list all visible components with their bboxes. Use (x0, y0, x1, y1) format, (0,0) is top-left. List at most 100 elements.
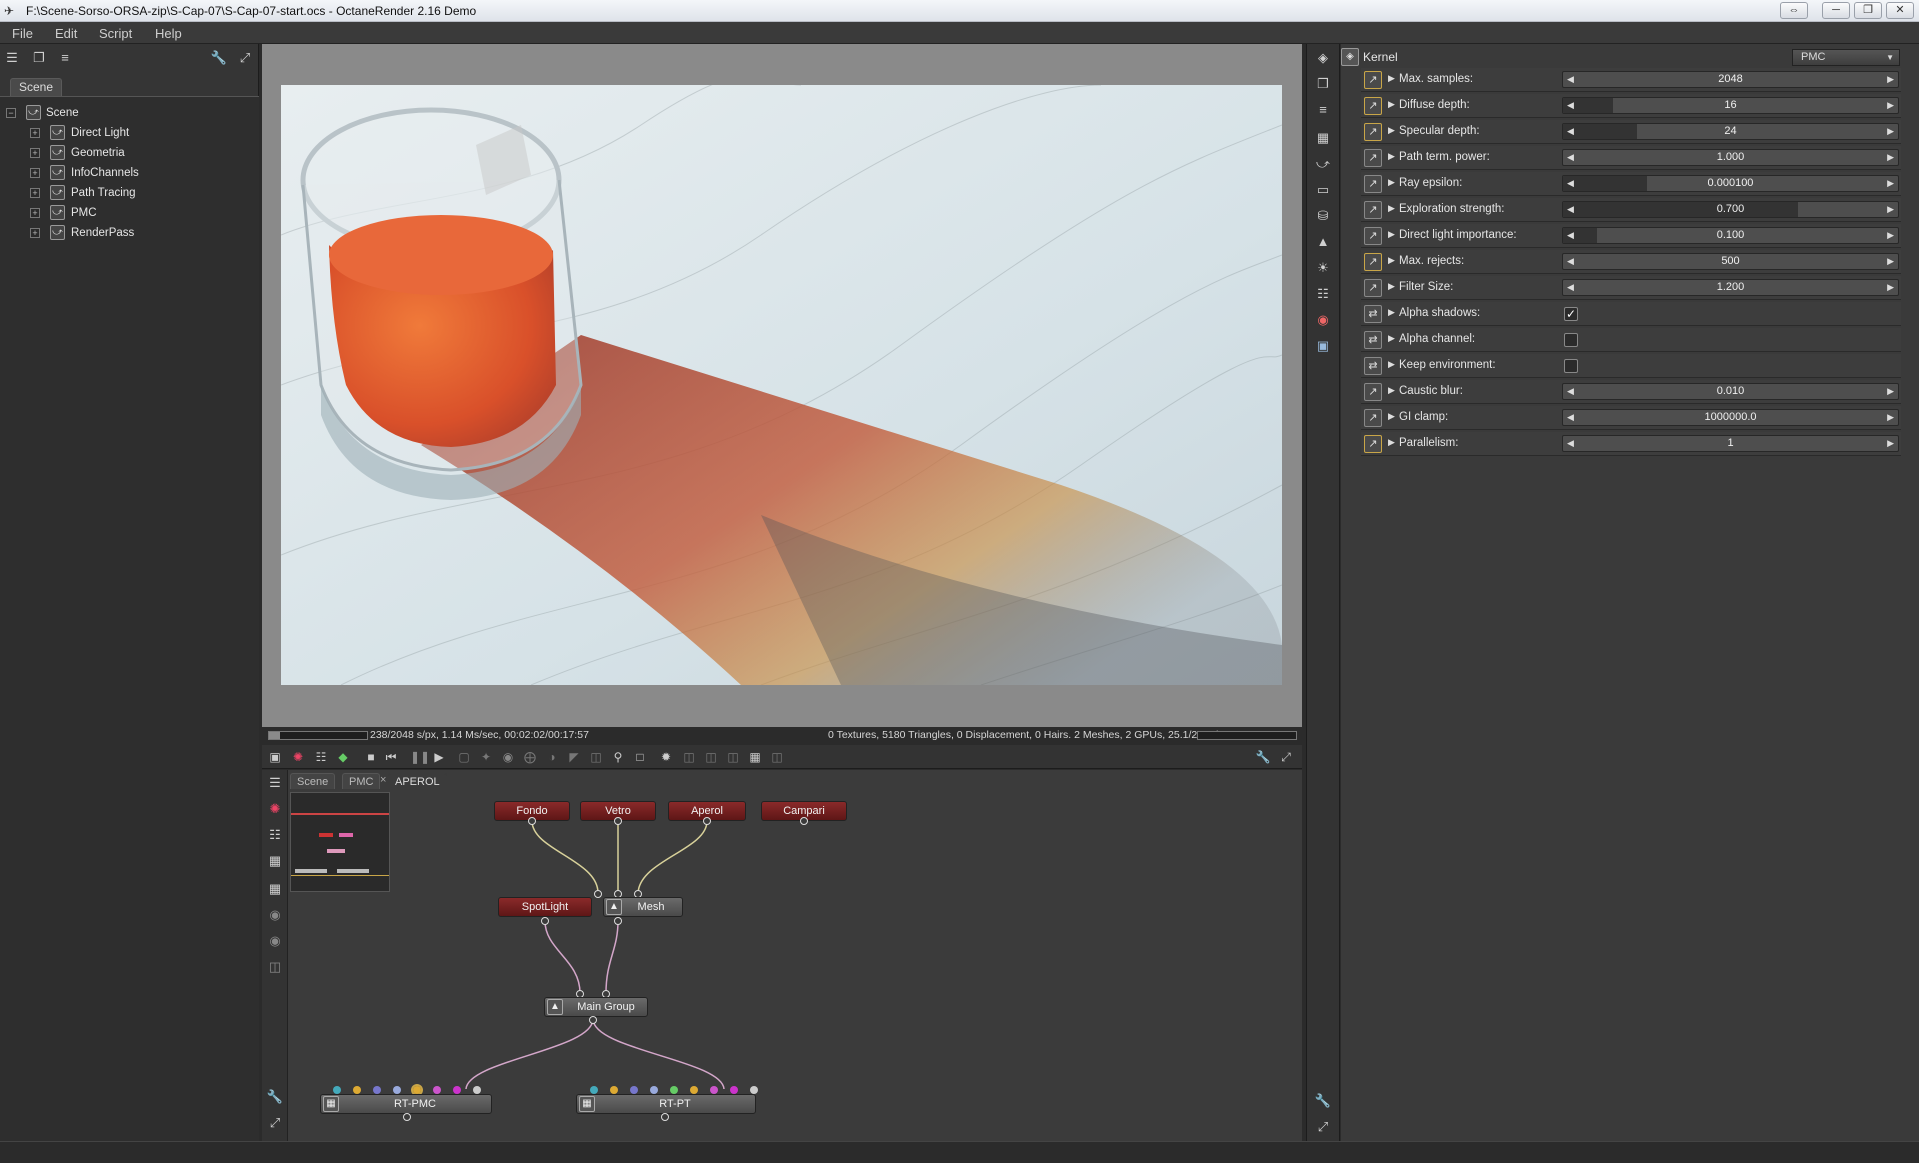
increment-arrow-icon[interactable]: ▶ (1887, 228, 1894, 243)
param-animate-icon[interactable]: ↗ (1364, 71, 1382, 89)
input-pin-dot[interactable] (353, 1086, 361, 1094)
input-pin-dot[interactable] (750, 1086, 758, 1094)
list-icon[interactable]: ≡ (56, 49, 74, 67)
expand-arrow-icon[interactable]: ▶ (1388, 73, 1395, 84)
expand-arrow-icon[interactable]: ▶ (1388, 359, 1395, 370)
colors-icon[interactable]: ◉ (499, 748, 517, 766)
input-pin-dot[interactable] (650, 1086, 658, 1094)
node-icon-6[interactable]: ◉ (266, 906, 284, 924)
increment-arrow-icon[interactable]: ▶ (1887, 436, 1894, 451)
expand-plus-icon[interactable]: + (30, 228, 40, 238)
expand-arrow-icon[interactable]: ▶ (1388, 385, 1395, 396)
param-animate-icon[interactable]: ⇄ (1364, 357, 1382, 375)
node-output-pin[interactable] (541, 917, 549, 925)
viewport-expand-icon[interactable]: ⤢ (1277, 748, 1295, 766)
tree-item[interactable]: + ⤻ InfoChannels (0, 163, 259, 183)
expand-arrow-icon[interactable]: ▶ (1388, 255, 1395, 266)
expand-plus-icon[interactable]: + (30, 148, 40, 158)
param-animate-icon[interactable]: ↗ (1364, 123, 1382, 141)
param-slider[interactable]: ◀ 1.000 ▶ (1562, 149, 1899, 166)
input-pin-dot[interactable] (473, 1086, 481, 1094)
param-slider[interactable]: ◀ 1 ▶ (1562, 435, 1899, 452)
node-spotlight[interactable]: SpotLight (498, 897, 592, 917)
tree-item[interactable]: + ⤻ Direct Light (0, 123, 259, 143)
collapse-icon[interactable]: − (6, 108, 16, 118)
lock-icon-4[interactable]: ◫ (768, 748, 786, 766)
menu-help[interactable]: Help (155, 26, 182, 41)
expand-arrow-icon[interactable]: ▶ (1388, 437, 1395, 448)
stop-icon[interactable]: ■ (362, 748, 380, 766)
tab-node-pmc[interactable]: PMC (342, 773, 381, 789)
graph-icon[interactable]: ☷ (1314, 285, 1332, 303)
param-animate-icon[interactable]: ↗ (1364, 175, 1382, 193)
increment-arrow-icon[interactable]: ▶ (1887, 124, 1894, 139)
param-slider[interactable]: ◀ 1.200 ▶ (1562, 279, 1899, 296)
expand-icon[interactable]: ⤢ (236, 49, 254, 67)
database-icon[interactable]: ⛁ (1314, 207, 1332, 225)
node-canvas[interactable]: Fondo Vetro Aperol Campari SpotLight ▲ Me… (288, 790, 1302, 1141)
lock-icon-2[interactable]: ◫ (702, 748, 720, 766)
param-slider[interactable]: ◀ 24 ▶ (1562, 123, 1899, 140)
node-icon-5[interactable]: ▦ (266, 880, 284, 898)
input-pin-dot[interactable] (730, 1086, 738, 1094)
param-animate-icon[interactable]: ↗ (1364, 201, 1382, 219)
close-button[interactable]: ✕ (1886, 2, 1914, 19)
image-icon[interactable]: ▦ (1314, 129, 1332, 147)
param-animate-icon[interactable]: ↗ (1364, 409, 1382, 427)
expand-plus-icon[interactable]: + (30, 208, 40, 218)
increment-arrow-icon[interactable]: ▶ (1887, 176, 1894, 191)
input-pin-dot[interactable] (393, 1086, 401, 1094)
menu-script[interactable]: Script (99, 26, 132, 41)
node-mesh[interactable]: ▲ Mesh (603, 897, 683, 917)
param-animate-icon[interactable]: ⇄ (1364, 331, 1382, 349)
increment-arrow-icon[interactable]: ▶ (1887, 202, 1894, 217)
tab-scene[interactable]: Scene (10, 78, 62, 96)
input-pin-dot[interactable] (690, 1086, 698, 1094)
checker-icon[interactable]: ▦ (746, 748, 764, 766)
lock-icon-3[interactable]: ◫ (724, 748, 742, 766)
right-wrench-icon[interactable]: 🔧 (1314, 1092, 1332, 1110)
node-rt-pmc[interactable]: ▦ RT-PMC (320, 1094, 492, 1114)
node-output-pin[interactable] (800, 817, 808, 825)
param-animate-icon[interactable]: ⇄ (1364, 305, 1382, 323)
viewport-wrench-icon[interactable]: 🔧 (1254, 748, 1272, 766)
pick-icon[interactable]: ✦ (477, 748, 495, 766)
node-icon-3[interactable]: ☷ (266, 826, 284, 844)
expand-arrow-icon[interactable]: ▶ (1388, 125, 1395, 136)
save-image-icon[interactable]: ▣ (266, 748, 284, 766)
input-pin-dot[interactable] (411, 1084, 423, 1096)
param-slider[interactable]: ◀ 0.010 ▶ (1562, 383, 1899, 400)
input-pin-dot[interactable] (610, 1086, 618, 1094)
play-icon[interactable]: ▶ (430, 748, 448, 766)
wrench-icon[interactable]: 🔧 (210, 49, 228, 67)
expand-arrow-icon[interactable]: ▶ (1388, 99, 1395, 110)
node-link-icon[interactable]: ⤻ (1314, 155, 1332, 173)
param-animate-icon[interactable]: ↗ (1364, 435, 1382, 453)
input-pin-dot[interactable] (333, 1086, 341, 1094)
focus-icon[interactable]: ⨁ (521, 748, 539, 766)
tab-close-icon[interactable]: × (380, 774, 386, 786)
param-slider[interactable]: ◀ 0.100 ▶ (1562, 227, 1899, 244)
node-wrench-icon[interactable]: 🔧 (266, 1088, 284, 1106)
increment-arrow-icon[interactable]: ▶ (1887, 72, 1894, 87)
restore-button[interactable]: ⇔ (1780, 2, 1808, 19)
node-expand-icon[interactable]: ⤢ (266, 1114, 284, 1132)
param-slider[interactable]: ◀ 0.000100 ▶ (1562, 175, 1899, 192)
param-animate-icon[interactable]: ↗ (1364, 227, 1382, 245)
menu-file[interactable]: File (12, 26, 33, 41)
node-input-pin[interactable] (594, 890, 602, 898)
param-animate-icon[interactable]: ↗ (1364, 97, 1382, 115)
node-main-group[interactable]: ▲ Main Group (544, 997, 648, 1017)
expand-plus-icon[interactable]: + (30, 128, 40, 138)
lock-icon-1[interactable]: ◫ (680, 748, 698, 766)
input-pin-dot[interactable] (710, 1086, 718, 1094)
tab-node-scene[interactable]: Scene (290, 773, 336, 789)
layers-icon[interactable]: ❐ (1314, 75, 1332, 93)
increment-arrow-icon[interactable]: ▶ (1887, 254, 1894, 269)
node-icon-2[interactable]: ✺ (266, 800, 284, 818)
expand-plus-icon[interactable]: + (30, 188, 40, 198)
node-output-pin[interactable] (703, 817, 711, 825)
node-output-pin[interactable] (661, 1113, 669, 1121)
material-pick-icon[interactable]: ◤ (565, 748, 583, 766)
node-editor[interactable]: ☰ ✺ ☷ ▦ ▦ ◉ ◉ ◫ 🔧 ⤢ Scene PMC × APEROL F… (262, 770, 1302, 1141)
